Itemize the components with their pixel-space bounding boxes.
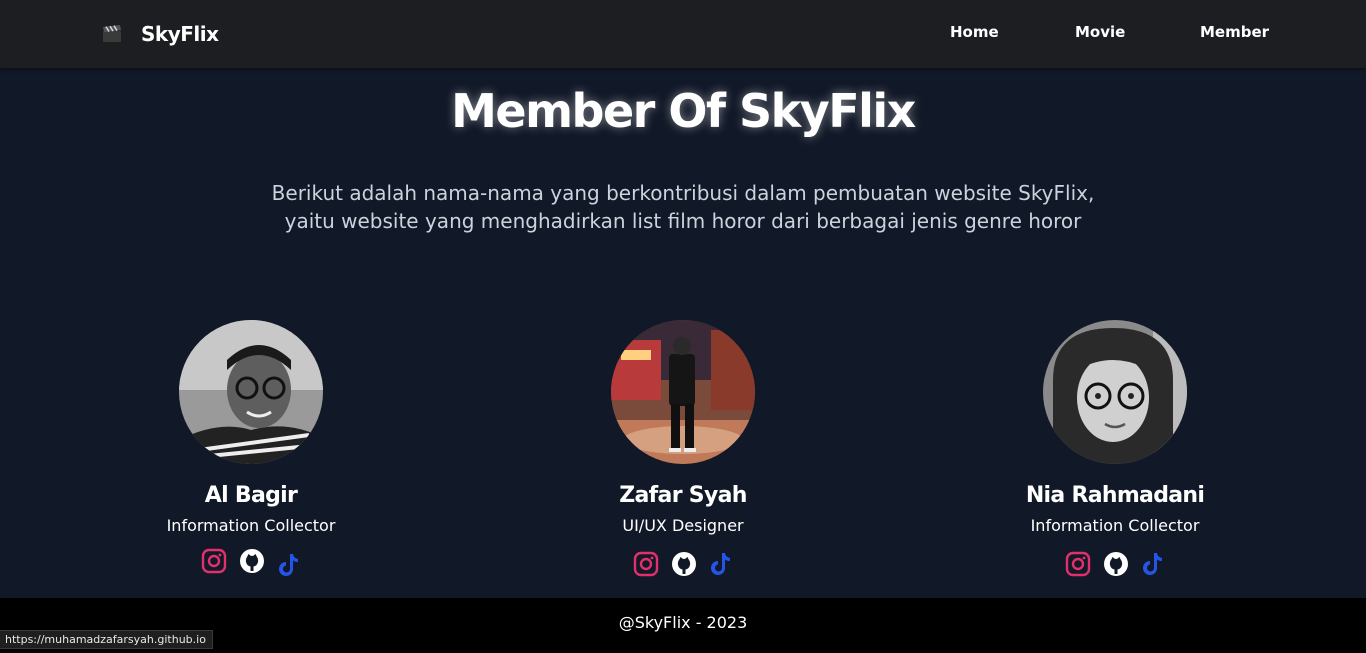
status-bar-url: https://muhamadzafarsyah.github.io — [0, 630, 213, 649]
brand-name: SkyFlix — [141, 22, 219, 46]
member-name: Nia Rahmadani — [1025, 483, 1205, 508]
social-links — [985, 551, 1245, 581]
tiktok-icon[interactable] — [709, 551, 733, 581]
tiktok-icon[interactable] — [1141, 551, 1165, 581]
navbar: SkyFlix Home Movie Member — [0, 0, 1366, 68]
member-role: Information Collector — [1030, 516, 1200, 535]
member-role: Information Collector — [166, 516, 336, 535]
social-links — [121, 548, 381, 578]
brand[interactable]: SkyFlix — [101, 20, 219, 48]
member-name: Zafar Syah — [619, 483, 747, 508]
github-icon[interactable] — [1103, 551, 1129, 581]
github-icon[interactable] — [239, 548, 265, 578]
github-icon[interactable] — [671, 551, 697, 581]
member-card: Nia Rahmadani Information Collector — [985, 320, 1245, 581]
nav-home-link[interactable]: Home — [950, 23, 999, 41]
member-card: Zafar Syah UI/UX Designer — [553, 320, 813, 581]
clapperboard-icon — [101, 23, 123, 45]
member-card: Al Bagir Information Collector — [121, 320, 381, 578]
instagram-icon[interactable] — [633, 551, 659, 581]
page-title: Member Of SkyFlix — [451, 84, 916, 138]
instagram-icon[interactable] — [201, 548, 227, 578]
member-name: Al Bagir — [204, 483, 298, 508]
page-description: Berikut adalah nama-nama yang berkontrib… — [271, 181, 1095, 233]
member-photo — [611, 320, 755, 464]
social-links — [553, 551, 813, 581]
tiktok-icon[interactable] — [277, 552, 301, 582]
member-photo — [1043, 320, 1187, 464]
instagram-icon[interactable] — [1065, 551, 1091, 581]
member-role: UI/UX Designer — [622, 516, 744, 535]
member-photo — [179, 320, 323, 464]
nav-movie-link[interactable]: Movie — [1075, 23, 1125, 41]
nav-member-link[interactable]: Member — [1200, 23, 1269, 41]
